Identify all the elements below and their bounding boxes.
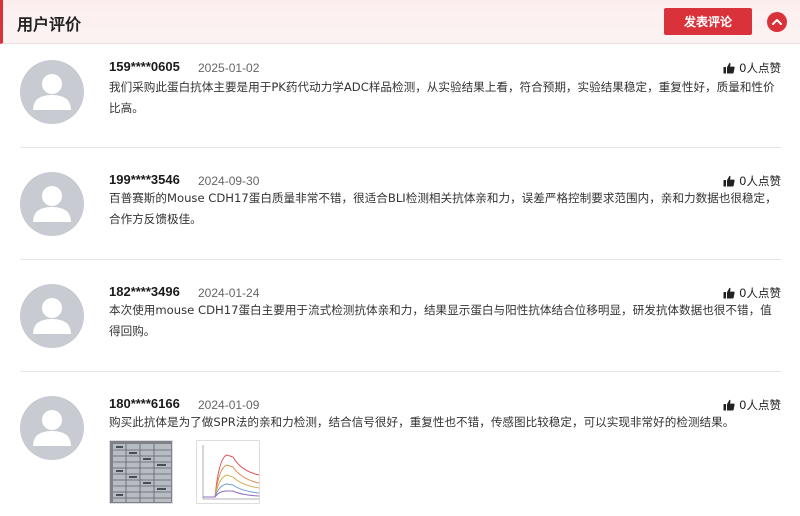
review-date: 2024-01-24 <box>198 286 260 300</box>
review-username: 180****6166 <box>109 396 180 411</box>
review-text: 百普赛斯的Mouse CDH17蛋白质量非常不错，很适合BLI检测相关抗体亲和力… <box>109 191 777 226</box>
avatar <box>20 284 84 348</box>
review-username: 182****3496 <box>109 284 180 299</box>
like-count: 0人点赞 <box>739 398 781 412</box>
review-item: 159****0605 2025-01-02 0人点赞 我们采购此蛋白抗体主要是… <box>20 44 781 148</box>
review-text: 我们采购此蛋白抗体主要是用于PK药代动力学ADC样品检测，从实验结果上看，符合预… <box>109 80 775 115</box>
thumbs-up-icon <box>723 399 735 411</box>
like-button[interactable]: 0人点赞 <box>723 173 781 189</box>
review-item: 199****3546 2024-09-30 0人点赞 百普赛斯的Mouse C… <box>20 148 781 260</box>
chevron-up-icon[interactable] <box>767 12 787 32</box>
thumbs-up-icon <box>723 287 735 299</box>
thumbs-up-icon <box>723 175 735 187</box>
like-button[interactable]: 0人点赞 <box>723 397 781 413</box>
post-review-button[interactable]: 发表评论 <box>664 8 752 35</box>
like-button[interactable]: 0人点赞 <box>723 285 781 301</box>
review-text: 本次使用mouse CDH17蛋白主要用于流式检测抗体亲和力，结果显示蛋白与阳性… <box>109 303 772 338</box>
review-item: 180****6166 2024-01-09 0人点赞 购买此抗体是为了做SPR… <box>20 372 781 516</box>
avatar <box>20 172 84 236</box>
reviews-header: 用户评价 发表评论 <box>0 0 800 44</box>
like-count: 0人点赞 <box>739 174 781 188</box>
page-title: 用户评价 <box>17 15 82 34</box>
thumbs-up-icon <box>723 62 735 74</box>
review-username: 159****0605 <box>109 59 180 74</box>
review-image-thumbnail[interactable] <box>196 440 260 504</box>
review-username: 199****3546 <box>109 172 180 187</box>
review-item: 182****3496 2024-01-24 0人点赞 本次使用mouse CD… <box>20 260 781 372</box>
avatar <box>20 60 84 124</box>
like-count: 0人点赞 <box>739 286 781 300</box>
avatar <box>20 396 84 460</box>
like-button[interactable]: 0人点赞 <box>723 60 781 76</box>
review-date: 2024-01-09 <box>198 398 260 412</box>
review-date: 2025-01-02 <box>198 61 260 75</box>
review-date: 2024-09-30 <box>198 174 260 188</box>
like-count: 0人点赞 <box>739 61 781 75</box>
review-text: 购买此抗体是为了做SPR法的亲和力检测，结合信号很好，重复性也不错，传感图比较稳… <box>109 415 735 429</box>
review-image-thumbnail[interactable] <box>109 440 173 504</box>
